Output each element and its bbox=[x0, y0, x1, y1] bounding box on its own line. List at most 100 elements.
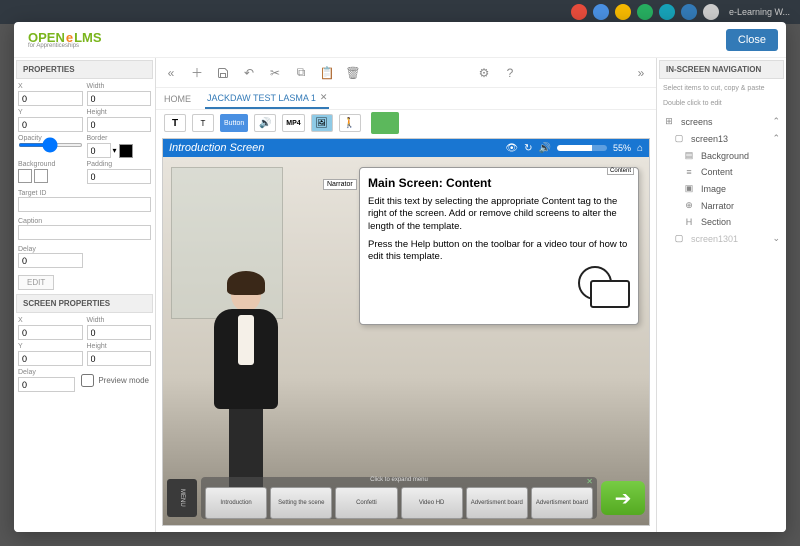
screen-x-input[interactable] bbox=[18, 325, 83, 340]
avatar[interactable] bbox=[703, 4, 719, 20]
tree-label: Image bbox=[701, 184, 780, 194]
collapse-right-icon[interactable]: » bbox=[634, 66, 648, 80]
tree-item-narrator[interactable]: ⊕Narrator bbox=[659, 197, 784, 214]
chevron-icon[interactable]: ⌃ bbox=[772, 133, 780, 144]
narrator-element[interactable]: 🚶 bbox=[339, 114, 361, 132]
logo: OPENeLMS for Apprenticeships bbox=[22, 30, 102, 49]
logo-subtitle: for Apprenticeships bbox=[22, 43, 102, 49]
chevron-icon[interactable]: ⌄ bbox=[772, 233, 780, 244]
narrator-tag[interactable]: Narrator bbox=[323, 179, 357, 190]
refresh-icon[interactable]: ↻ bbox=[524, 143, 532, 154]
cut-icon[interactable]: ✂ bbox=[268, 66, 282, 80]
content-box[interactable]: Content Main Screen: Content Edit this t… bbox=[359, 167, 639, 325]
bg-color-2[interactable] bbox=[34, 169, 48, 183]
width-input[interactable] bbox=[87, 91, 152, 106]
tree-item-background[interactable]: ▤Background bbox=[659, 147, 784, 164]
gear-icon[interactable]: ⚙ bbox=[477, 66, 491, 80]
status-circle bbox=[593, 4, 609, 20]
caption-input[interactable] bbox=[18, 225, 151, 240]
stage[interactable]: Introduction Screen 👁 ↻ 🔊 55% ⌂ Narrator bbox=[162, 138, 650, 526]
expand-menu-label[interactable]: Click to expand menu bbox=[201, 477, 597, 483]
tree-icon: ▣ bbox=[683, 183, 695, 194]
screen-delay-input[interactable] bbox=[18, 377, 75, 392]
image-element[interactable]: 🖼 bbox=[311, 114, 333, 132]
nav-button[interactable]: Introduction bbox=[205, 487, 267, 519]
volume-icon[interactable]: 🔊 bbox=[538, 143, 550, 154]
video-element[interactable]: MP4 bbox=[282, 114, 304, 132]
content-heading: Main Screen: Content bbox=[368, 176, 630, 190]
close-tab-icon[interactable]: ✕ bbox=[320, 92, 328, 103]
nav-close-icon[interactable]: ✕ bbox=[586, 477, 593, 486]
tree-icon: ▤ bbox=[683, 150, 695, 161]
y-input[interactable] bbox=[18, 117, 83, 132]
tree-icon: ▢ bbox=[673, 133, 685, 144]
element-toolbar: T T Button 🔊 MP4 🖼 🚶 bbox=[156, 110, 656, 136]
tree-icon: ▢ bbox=[673, 233, 685, 244]
tree-item-screen13[interactable]: ▢ screen13 ⌃ bbox=[659, 130, 784, 147]
tree-item-image[interactable]: ▣ Image bbox=[659, 180, 784, 197]
close-button[interactable]: Close bbox=[726, 29, 778, 51]
copy-icon[interactable]: ⧉ bbox=[294, 66, 308, 80]
screen-width-input[interactable] bbox=[87, 325, 152, 340]
delay-input[interactable] bbox=[18, 253, 83, 268]
border-input[interactable] bbox=[87, 143, 111, 158]
breadcrumb-current[interactable]: JACKDAW TEST LASMA 1 ✕ bbox=[205, 88, 329, 109]
tree-icon: ≡ bbox=[683, 167, 695, 177]
height-input[interactable] bbox=[87, 117, 152, 132]
content-tag[interactable]: Content bbox=[607, 167, 634, 175]
eye-icon[interactable]: 👁 bbox=[505, 143, 518, 154]
padding-input[interactable] bbox=[87, 169, 152, 184]
bg-color-1[interactable] bbox=[18, 169, 32, 183]
tree-label: screen13 bbox=[691, 134, 766, 144]
target-id-input[interactable] bbox=[18, 197, 151, 212]
nav-button[interactable]: Setting the scene bbox=[270, 487, 332, 519]
tree-icon: ⊕ bbox=[683, 200, 695, 211]
add-icon[interactable]: ＋ bbox=[190, 66, 204, 80]
screen-element[interactable] bbox=[371, 112, 399, 134]
audio-element[interactable]: 🔊 bbox=[254, 114, 276, 132]
text-small-button[interactable]: T bbox=[192, 114, 214, 132]
volume-slider[interactable] bbox=[557, 145, 607, 151]
tree-item-screen1301[interactable]: ▢screen1301⌄ bbox=[659, 230, 784, 247]
button-element[interactable]: Button bbox=[220, 114, 248, 132]
x-input[interactable] bbox=[18, 91, 83, 106]
status-circle bbox=[571, 4, 587, 20]
undo-icon[interactable]: ↶ bbox=[242, 66, 256, 80]
text-large-button[interactable]: T bbox=[164, 114, 186, 132]
background-topbar: e-Learning W... bbox=[0, 0, 800, 24]
delete-icon[interactable]: 🗑 bbox=[346, 66, 360, 80]
preview-mode-checkbox[interactable] bbox=[81, 374, 94, 387]
nav-button[interactable]: Video HD bbox=[401, 487, 463, 519]
tree: ⊞screens⌃ ▢ screen13 ⌃ ▤Background≡Content ▣ I… bbox=[657, 111, 786, 249]
border-color[interactable] bbox=[119, 144, 133, 158]
nav-button[interactable]: Advertisment board bbox=[531, 487, 593, 519]
nav-button[interactable]: Confetti bbox=[335, 487, 397, 519]
paste-icon[interactable]: 📋 bbox=[320, 66, 334, 80]
modal-header: OPENeLMS for Apprenticeships Close bbox=[14, 22, 786, 58]
nav-button[interactable]: Advertisment board bbox=[466, 487, 528, 519]
tree-icon: ⊞ bbox=[663, 116, 675, 127]
home-icon[interactable]: ⌂ bbox=[637, 143, 643, 154]
editor-modal: OPENeLMS for Apprenticeships Close PROPE… bbox=[14, 22, 786, 532]
opacity-slider[interactable] bbox=[18, 143, 83, 147]
stage-title: Introduction Screen bbox=[169, 142, 499, 154]
tree-item-content[interactable]: ≡Content bbox=[659, 164, 784, 180]
help-icon[interactable]: ? bbox=[503, 66, 517, 80]
screen-y-input[interactable] bbox=[18, 351, 83, 366]
properties-panel: PROPERTIES X Width Y Height Opacity Bord… bbox=[14, 58, 156, 532]
save-icon[interactable] bbox=[216, 66, 230, 80]
collapse-left-icon[interactable]: « bbox=[164, 66, 178, 80]
next-button[interactable]: ➔ bbox=[601, 481, 645, 515]
bottom-nav: MENU Click to expand menu ✕ Introduction… bbox=[167, 475, 645, 521]
narrator-figure[interactable] bbox=[201, 275, 291, 495]
edit-button[interactable]: EDIT bbox=[18, 275, 54, 290]
tree-item-screens[interactable]: ⊞screens⌃ bbox=[659, 113, 784, 130]
breadcrumb-home[interactable]: HOME bbox=[164, 94, 191, 104]
status-circle bbox=[637, 4, 653, 20]
chevron-icon[interactable]: ⌃ bbox=[772, 116, 780, 127]
stage-header: Introduction Screen 👁 ↻ 🔊 55% ⌂ bbox=[163, 139, 649, 157]
navigation-panel: IN-SCREEN NAVIGATION Select items to cut… bbox=[656, 58, 786, 532]
tree-item-section[interactable]: HSection bbox=[659, 214, 784, 230]
menu-tab[interactable]: MENU bbox=[167, 479, 197, 517]
screen-height-input[interactable] bbox=[87, 351, 152, 366]
